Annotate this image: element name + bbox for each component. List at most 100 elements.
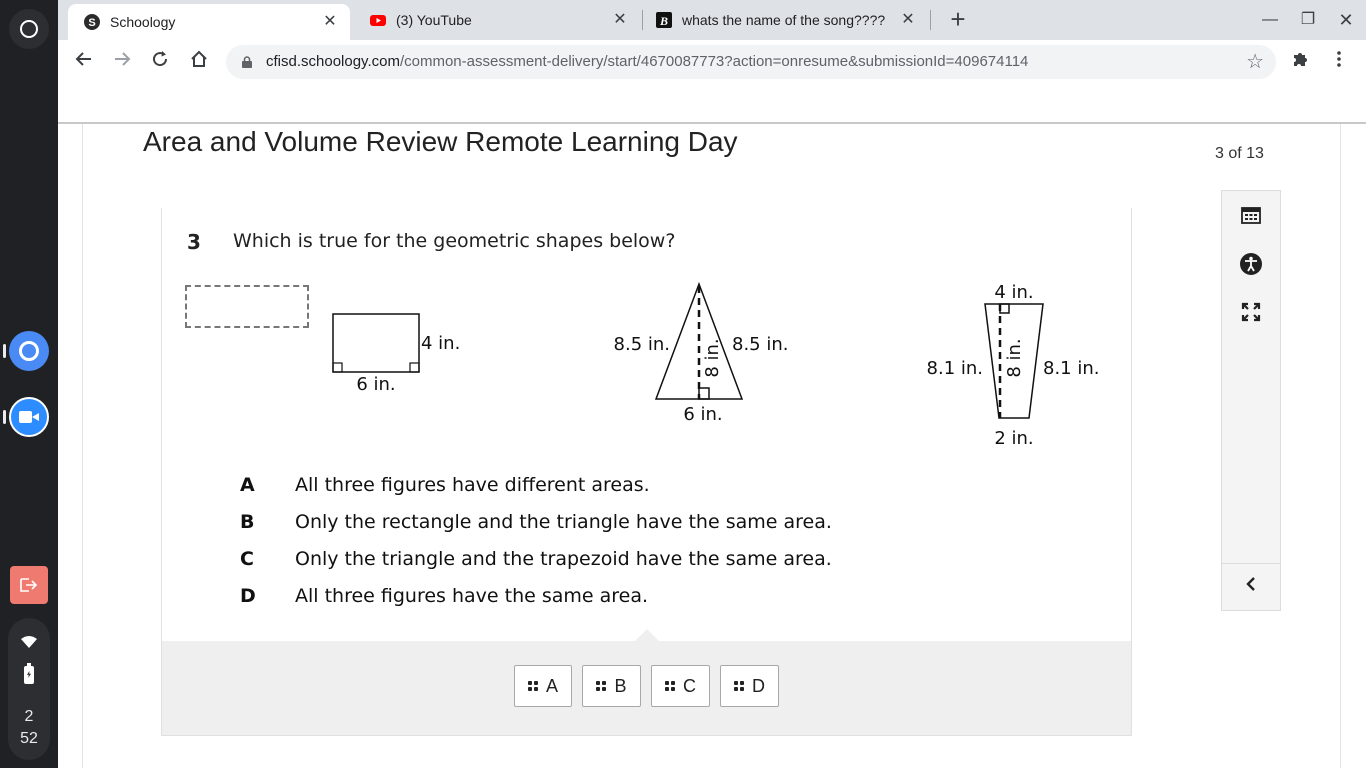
minimize-button[interactable]: — xyxy=(1253,6,1287,34)
fullscreen-button[interactable] xyxy=(1237,298,1265,326)
close-icon[interactable]: ✕ xyxy=(612,12,628,28)
back-button[interactable] xyxy=(68,46,100,78)
close-icon[interactable]: ✕ xyxy=(322,14,338,30)
drag-options-tray: A B C D xyxy=(162,629,1131,735)
trapezoid-left-side-label: 8.1 in. xyxy=(927,358,983,379)
home-icon xyxy=(191,50,207,67)
triangle-height-label: 8 in. xyxy=(702,338,723,377)
tab-title: whats the name of the song???? xyxy=(682,12,886,28)
launcher-button[interactable] xyxy=(9,9,49,49)
restore-button[interactable]: ❐ xyxy=(1291,6,1325,34)
url-host: cfisd.schoology.com xyxy=(266,53,400,70)
shelf: 2 52 xyxy=(0,0,58,768)
page-viewport: Area and Volume Review Remote Learning D… xyxy=(58,84,1366,768)
page-title: Area and Volume Review Remote Learning D… xyxy=(143,126,738,157)
drag-option-label: B xyxy=(614,675,627,696)
extensions-button[interactable] xyxy=(1284,46,1316,78)
triangle-right-side-label: 8.5 in. xyxy=(732,334,788,355)
exit-icon xyxy=(20,578,38,592)
triangle-figure: 8.5 in. 8.5 in. 8 in. 6 in. xyxy=(614,281,788,425)
bookmark-star-icon[interactable]: ☆ xyxy=(1246,52,1264,72)
drag-option-label: D xyxy=(752,675,765,696)
forward-button[interactable] xyxy=(106,46,138,78)
drag-handle-icon xyxy=(596,681,607,691)
clock-hour: 2 xyxy=(24,708,34,725)
drag-handle-icon xyxy=(734,681,744,691)
new-tab-button[interactable]: + xyxy=(944,6,972,34)
reload-button[interactable] xyxy=(144,46,176,78)
drag-option-c[interactable]: C xyxy=(651,665,710,707)
tab-separator xyxy=(642,10,643,30)
zoom-icon xyxy=(19,410,39,424)
running-indicator xyxy=(3,410,6,424)
schoology-icon: S xyxy=(84,14,100,30)
launcher-icon xyxy=(20,20,38,38)
choice-text: Only the rectangle and the triangle have… xyxy=(295,511,832,533)
back-arrow-icon xyxy=(75,52,91,66)
brainly-icon: B xyxy=(656,12,672,28)
calendar-button[interactable] xyxy=(1237,201,1265,229)
trapezoid-right-side-label: 8.1 in. xyxy=(1043,358,1099,379)
window-close-button[interactable]: ✕ xyxy=(1329,6,1363,34)
more-vert-icon xyxy=(1337,51,1341,67)
trapezoid-height-label: 8 in. xyxy=(1004,338,1025,377)
running-indicator xyxy=(3,344,6,358)
choice-text: All three figures have the same area. xyxy=(295,585,649,607)
close-icon[interactable]: ✕ xyxy=(900,12,916,28)
drag-handle-icon xyxy=(527,681,538,691)
rectangle-height-label: 4 in. xyxy=(421,333,460,354)
clock-minute: 52 xyxy=(20,730,38,747)
divider xyxy=(58,122,1366,124)
chrome-icon xyxy=(19,341,39,361)
zoom-app-button[interactable] xyxy=(9,397,49,437)
choice-text: All three figures have different areas. xyxy=(295,474,650,496)
url-text: cfisd.schoology.com/common-assessment-de… xyxy=(266,45,1028,79)
drag-option-b[interactable]: B xyxy=(582,665,641,707)
accessibility-button[interactable] xyxy=(1237,250,1265,278)
fullscreen-icon xyxy=(1241,302,1261,322)
choice-letter: C xyxy=(240,548,254,570)
rectangle-figure: 4 in. 6 in. xyxy=(332,313,460,395)
chevron-left-icon xyxy=(1246,577,1255,591)
divider xyxy=(1340,124,1341,768)
clock: 2 52 xyxy=(8,706,50,750)
drag-option-a[interactable]: A xyxy=(514,665,572,707)
wifi-icon xyxy=(21,636,37,648)
puzzle-icon xyxy=(1294,53,1307,66)
youtube-icon xyxy=(370,15,386,26)
tab-schoology[interactable]: S Schoology ✕ xyxy=(68,4,350,40)
geometric-figures: 4 in. 6 in. 8.5 in. 8.5 in. 8 in. 6 in. … xyxy=(332,281,1100,449)
svg-text:S: S xyxy=(88,17,95,29)
status-tray[interactable]: 2 52 xyxy=(8,618,50,760)
accessibility-icon xyxy=(1240,253,1262,275)
home-button[interactable] xyxy=(183,46,215,78)
url-path: /common-assessment-delivery/start/467008… xyxy=(399,53,1029,70)
tools-panel xyxy=(1221,190,1281,611)
choice-letter: D xyxy=(240,585,256,607)
trapezoid-figure: 4 in. 8.1 in. 8.1 in. 8 in. 2 in. xyxy=(927,282,1100,449)
exit-app-button[interactable] xyxy=(10,566,48,604)
triangle-left-side-label: 8.5 in. xyxy=(614,334,670,355)
collapse-tools-button[interactable] xyxy=(1237,571,1265,599)
drag-option-d[interactable]: D xyxy=(720,665,779,707)
battery-icon xyxy=(24,663,34,684)
menu-button[interactable] xyxy=(1323,46,1355,78)
question-card: 3 Which is true for the geometric shapes… xyxy=(161,208,1132,736)
divider xyxy=(82,124,83,768)
chrome-app-button[interactable] xyxy=(9,331,49,371)
tab-brainly[interactable]: B whats the name of the song???? ✕ xyxy=(646,0,928,40)
tab-strip: S Schoology ✕ (3) YouTube ✕ B whats the … xyxy=(58,0,1366,40)
lock-icon xyxy=(242,56,252,68)
tab-title: Schoology xyxy=(110,14,176,30)
triangle-base-label: 6 in. xyxy=(683,404,722,425)
address-bar[interactable]: cfisd.schoology.com/common-assessment-de… xyxy=(226,45,1276,79)
tab-youtube[interactable]: (3) YouTube ✕ xyxy=(358,0,640,40)
choice-letter: B xyxy=(240,511,255,533)
drag-option-label: C xyxy=(683,675,696,696)
rectangle-base-label: 6 in. xyxy=(356,374,395,395)
trapezoid-bottom-label: 2 in. xyxy=(994,428,1033,449)
trapezoid-top-label: 4 in. xyxy=(994,282,1033,303)
divider xyxy=(1222,563,1280,564)
question-progress: 3 of 13 xyxy=(1215,145,1264,162)
browser-toolbar: cfisd.schoology.com/common-assessment-de… xyxy=(58,40,1366,84)
